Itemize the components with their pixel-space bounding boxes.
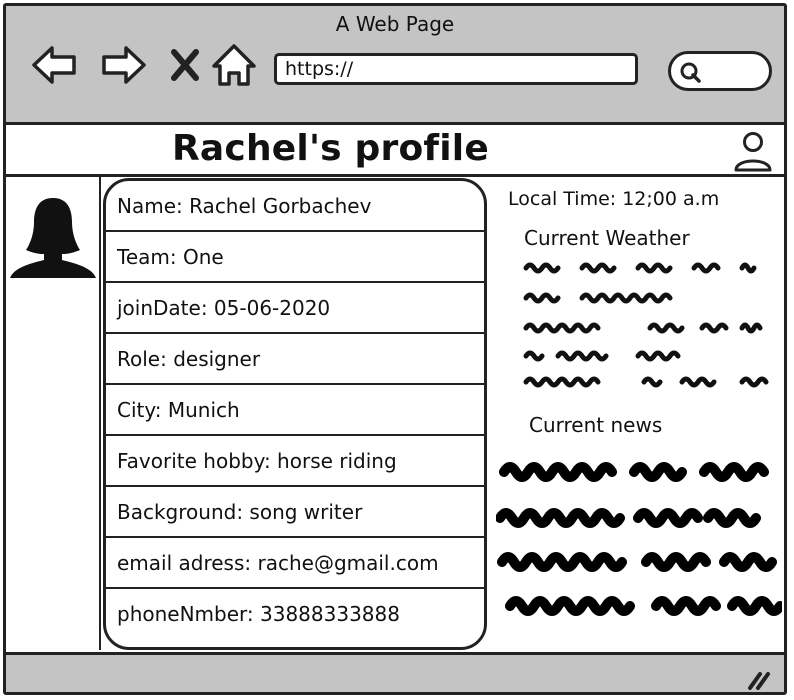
avatar <box>10 198 96 278</box>
news-text-placeholder <box>496 462 782 616</box>
field-name: Name: Rachel Gorbachev <box>106 181 484 232</box>
resize-grip-icon[interactable] <box>746 670 772 690</box>
news-heading: Current news <box>529 413 663 437</box>
field-team: Team: One <box>106 232 484 283</box>
page-title: Rachel's profile <box>172 128 489 169</box>
field-city: City: Munich <box>106 385 484 436</box>
field-email: email adress: rache@gmail.com <box>106 538 484 589</box>
profile-info-card: Name: Rachel Gorbachev Team: One joinDat… <box>103 178 487 650</box>
field-role: Role: designer <box>106 334 484 385</box>
weather-text-placeholder <box>523 262 769 388</box>
field-favorite-hobby: Favorite hobby: horse riding <box>106 436 484 487</box>
close-x-icon[interactable] <box>166 40 204 90</box>
home-icon[interactable] <box>210 40 258 90</box>
page-header: Rachel's profile <box>6 125 784 177</box>
field-join-date: joinDate: 05-06-2020 <box>106 283 484 334</box>
back-arrow-icon[interactable] <box>30 40 80 90</box>
url-bar[interactable]: https:// <box>274 53 638 85</box>
weather-heading: Current Weather <box>524 226 690 250</box>
search-icon <box>680 62 701 83</box>
status-bar <box>6 652 784 692</box>
field-phone: phoneNmber: 33888333888 <box>117 602 400 626</box>
browser-chrome: A Web Page https:// <box>6 6 784 125</box>
window-title: A Web Page <box>335 12 455 36</box>
search-bar[interactable] <box>668 51 772 91</box>
forward-arrow-icon[interactable] <box>98 40 148 90</box>
field-background: Background: song writer <box>106 487 484 538</box>
browser-window: A Web Page https:// Rachel's profile Nam… <box>3 3 787 695</box>
local-time: Local Time: 12;00 a.m <box>508 188 720 210</box>
left-column-divider <box>99 177 101 650</box>
user-icon[interactable] <box>732 130 774 174</box>
